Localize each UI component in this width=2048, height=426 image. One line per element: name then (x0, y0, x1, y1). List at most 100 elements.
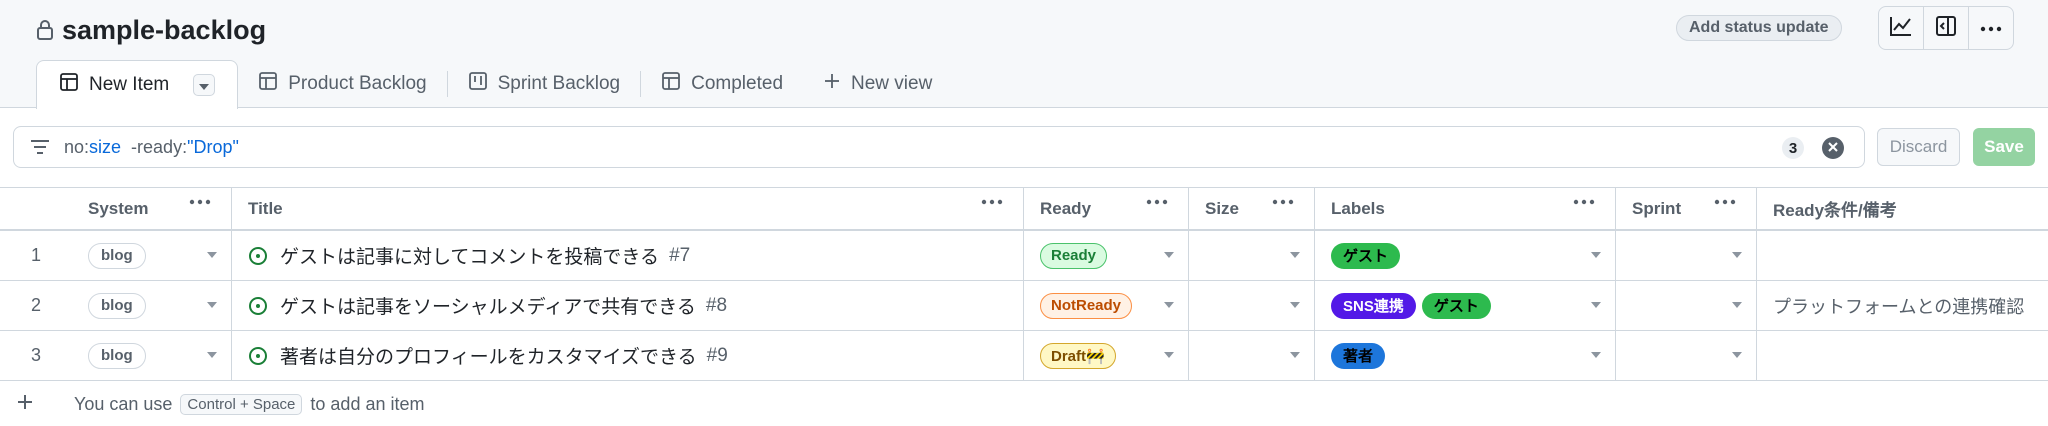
tab-product-backlog[interactable]: Product Backlog (238, 60, 446, 108)
column-header-system[interactable]: System (72, 188, 232, 229)
filter-input[interactable]: no:size -ready:"Drop" 3 (13, 126, 1865, 168)
chevron-down-icon[interactable] (1164, 302, 1174, 308)
row-number: 3 (0, 331, 72, 380)
project-name[interactable]: sample-backlog (62, 15, 266, 46)
discard-button[interactable]: Discard (1877, 128, 1960, 166)
tab-sprint-backlog[interactable]: Sprint Backlog (448, 60, 641, 108)
system-pill: blog (88, 342, 146, 369)
title-cell[interactable]: ゲストは記事をソーシャルメディアで共有できる #8 (232, 281, 1024, 330)
more-icon[interactable] (189, 199, 211, 205)
row-number: 2 (0, 281, 72, 330)
size-cell[interactable] (1189, 231, 1315, 280)
ready-cell[interactable]: Draft🚧 (1024, 331, 1189, 380)
chevron-down-icon[interactable] (1732, 302, 1742, 308)
ready-conditions-text: プラットフォームとの連携確認 (1773, 296, 2025, 317)
tab-label: Product Backlog (288, 73, 427, 94)
header-icon-group (1878, 6, 2014, 50)
chevron-down-icon[interactable] (1164, 352, 1174, 358)
ready-cell[interactable]: NotReady (1024, 281, 1189, 330)
chevron-down-icon[interactable] (207, 252, 217, 258)
chevron-down-icon[interactable] (1290, 302, 1300, 308)
hint-text: You can use (74, 394, 173, 414)
issue-title-link[interactable]: 著者は自分のプロフィールをカスタマイズできる (280, 342, 697, 369)
add-item-button[interactable] (0, 393, 50, 416)
more-icon[interactable] (1146, 199, 1168, 205)
column-label: Labels (1331, 198, 1385, 218)
clear-filter-button[interactable] (1822, 137, 1844, 159)
sprint-cell[interactable] (1616, 231, 1757, 280)
column-header-size[interactable]: Size (1189, 188, 1315, 229)
labels-cell[interactable]: SNS連携 ゲスト (1315, 281, 1616, 330)
title-cell[interactable]: ゲストは記事に対してコメントを投稿できる #7 (232, 231, 1024, 280)
size-cell[interactable] (1189, 281, 1315, 330)
more-icon[interactable] (1272, 199, 1294, 205)
chevron-down-icon[interactable] (1732, 352, 1742, 358)
system-cell[interactable]: blog (72, 331, 232, 380)
sprint-cell[interactable] (1616, 281, 1757, 330)
column-header-sprint[interactable]: Sprint (1616, 188, 1757, 229)
ready-status-tag: Ready (1040, 242, 1108, 269)
more-icon[interactable] (1573, 199, 1595, 205)
chart-icon (1889, 15, 1913, 42)
chevron-down-icon[interactable] (1290, 252, 1300, 258)
more-icon[interactable] (1714, 199, 1736, 205)
filter-query: no:size -ready:"Drop" (64, 137, 239, 158)
chevron-down-icon[interactable] (1164, 252, 1174, 258)
ready-conditions-cell[interactable]: プラットフォームとの連携確認 (1757, 281, 2048, 330)
more-icon (1980, 19, 2002, 37)
table-row[interactable]: 1 blog ゲストは記事に対してコメントを投稿できる #7 Ready ゲスト (0, 231, 2048, 281)
save-button[interactable]: Save (1973, 128, 2035, 166)
insights-button[interactable] (1879, 7, 1924, 49)
row-number-text: 2 (30, 295, 41, 315)
size-cell[interactable] (1189, 331, 1315, 380)
board-icon (468, 71, 488, 97)
chevron-down-icon[interactable] (1290, 352, 1300, 358)
table-row[interactable]: 2 blog ゲストは記事をソーシャルメディアで共有できる #8 NotRead… (0, 281, 2048, 331)
tab-new-item[interactable]: New Item (36, 60, 239, 109)
sprint-cell[interactable] (1616, 331, 1757, 380)
filter-key: no: (64, 136, 90, 157)
chevron-down-icon[interactable] (207, 302, 217, 308)
more-options-button[interactable] (1969, 7, 2013, 49)
chevron-down-icon[interactable] (1591, 352, 1601, 358)
labels-cell[interactable]: 著者 (1315, 331, 1616, 380)
issue-number: #8 (705, 294, 728, 316)
tab-completed[interactable]: Completed (641, 60, 803, 108)
column-header-labels[interactable]: Labels (1315, 188, 1616, 229)
chevron-down-icon[interactable] (1732, 252, 1742, 258)
column-label: Ready条件/備考 (1773, 201, 1897, 220)
issue-opened-icon (248, 246, 268, 266)
labels-cell[interactable]: ゲスト (1315, 231, 1616, 280)
column-header-ready-conditions[interactable]: Ready条件/備考 (1757, 188, 2048, 229)
issue-title-link[interactable]: ゲストは記事をソーシャルメディアで共有できる (280, 292, 696, 319)
add-item-row[interactable]: You can use Control + Space to add an it… (0, 383, 2048, 426)
more-icon[interactable] (981, 199, 1003, 205)
keyboard-shortcut: Control + Space (180, 394, 303, 415)
add-status-update-button[interactable]: Add status update (1676, 15, 1842, 41)
column-header-ready[interactable]: Ready (1024, 188, 1189, 229)
system-cell[interactable]: blog (72, 281, 232, 330)
ready-conditions-cell[interactable] (1757, 231, 2048, 280)
column-label: Sprint (1632, 198, 1682, 218)
issue-title-link[interactable]: ゲストは記事に対してコメントを投稿できる (280, 242, 659, 269)
label-tag: SNS連携 (1331, 292, 1416, 319)
chevron-down-icon[interactable] (1591, 252, 1601, 258)
table-row[interactable]: 3 blog 著者は自分のプロフィールをカスタマイズできる #9 Draft🚧 … (0, 331, 2048, 381)
chevron-down-icon[interactable] (1591, 302, 1601, 308)
column-header-title[interactable]: Title (232, 188, 1024, 229)
table-header: System Title Ready Size Labels Sprint Re… (0, 187, 2048, 231)
view-options-dropdown[interactable] (193, 74, 216, 96)
system-pill: blog (88, 242, 146, 269)
chevron-down-icon[interactable] (207, 352, 217, 358)
row-number-text: 1 (30, 245, 41, 265)
row-number-text: 3 (30, 345, 41, 365)
table-icon (661, 71, 681, 97)
title-cell[interactable]: 著者は自分のプロフィールをカスタマイズできる #9 (232, 331, 1024, 380)
side-panel-button[interactable] (1924, 7, 1969, 49)
ready-conditions-cell[interactable] (1757, 331, 2048, 380)
plus-icon (16, 393, 34, 416)
ready-cell[interactable]: Ready (1024, 231, 1189, 280)
system-cell[interactable]: blog (72, 231, 232, 280)
tab-new-view[interactable]: New view (803, 60, 952, 108)
items-table: System Title Ready Size Labels Sprint Re… (0, 187, 2048, 381)
